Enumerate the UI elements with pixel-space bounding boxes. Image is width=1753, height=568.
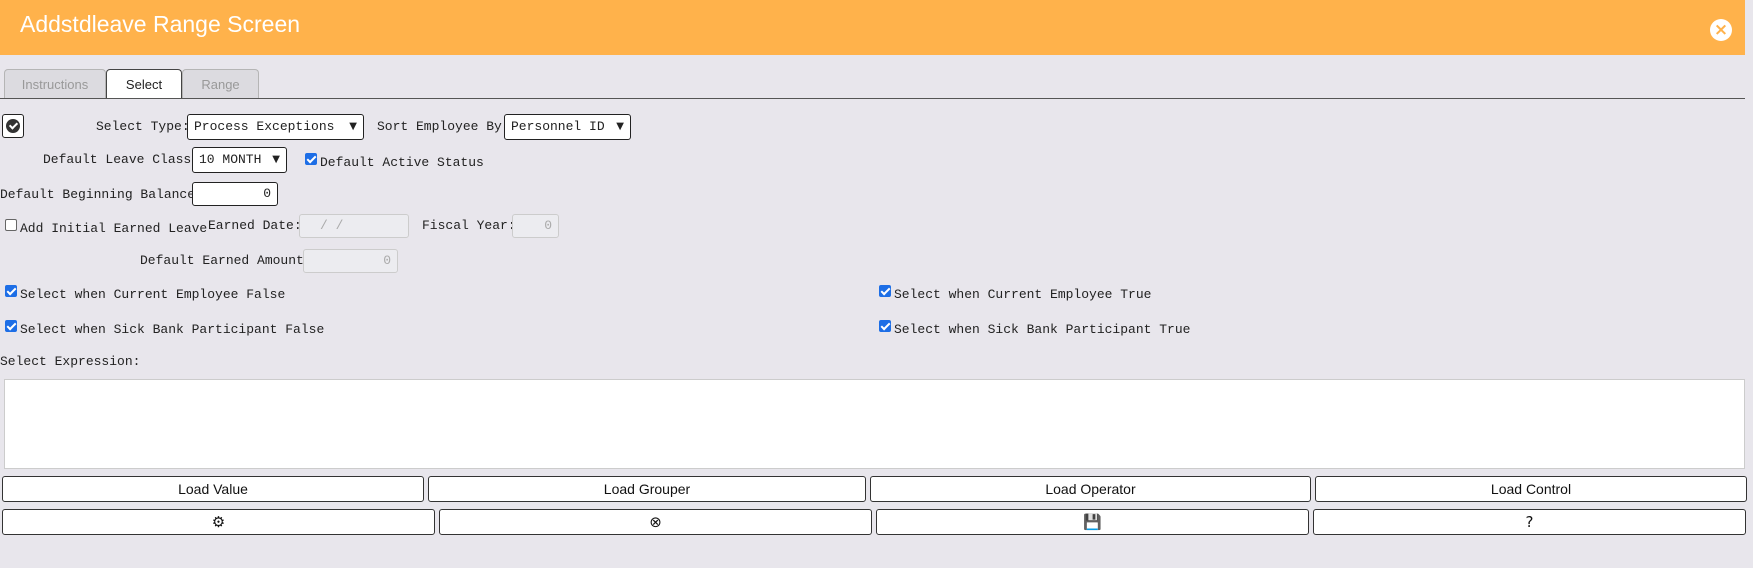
select-expression-textarea[interactable] (4, 379, 1745, 469)
fiscal-year-label: Fiscal Year: (422, 218, 516, 233)
load-grouper-button[interactable]: Load Grouper (428, 476, 866, 502)
check-circle-icon (6, 119, 20, 133)
default-leave-class-label: Default Leave Class: (43, 152, 200, 167)
select-type-dropdown[interactable]: Process Exceptions ▼ (187, 114, 364, 140)
load-value-button[interactable]: Load Value (2, 476, 424, 502)
cancel-circle-icon: ⊗ (649, 513, 662, 531)
default-earned-amount-input[interactable]: 0 (303, 249, 398, 273)
current-employee-true-checkbox[interactable] (879, 285, 891, 297)
tab-select[interactable]: Select (106, 69, 182, 99)
sick-bank-true-label: Select when Sick Bank Participant True (894, 322, 1191, 337)
help-icon: ? (1525, 513, 1534, 531)
fiscal-year-input[interactable]: 0 (512, 214, 559, 238)
add-initial-earned-leave-label: Add Initial Earned Leave (20, 221, 208, 236)
save-icon: 💾 (1083, 513, 1102, 531)
current-employee-false-checkbox[interactable] (5, 285, 17, 297)
select-type-label: Select Type: (96, 119, 190, 134)
chevron-down-icon: ▼ (349, 121, 357, 132)
load-operator-button[interactable]: Load Operator (870, 476, 1311, 502)
window-title: Addstdleave Range Screen (20, 11, 301, 37)
sick-bank-false-label: Select when Sick Bank Participant False (20, 322, 325, 337)
select-all-toggle-button[interactable] (2, 114, 24, 138)
help-button[interactable]: ? (1313, 509, 1746, 535)
tab-divider (0, 98, 1745, 99)
gear-icon: ⚙ (211, 513, 226, 531)
current-employee-true-label: Select when Current Employee True (894, 287, 1152, 302)
tab-range[interactable]: Range (182, 69, 259, 98)
settings-button[interactable]: ⚙ (2, 509, 435, 535)
sick-bank-true-checkbox[interactable] (879, 320, 891, 332)
default-earned-amount-label: Default Earned Amount: (140, 253, 312, 268)
default-active-status-label: Default Active Status (320, 155, 484, 170)
select-expression-label: Select Expression: (0, 354, 141, 369)
sort-employee-by-label: Sort Employee By: (377, 119, 510, 134)
current-employee-false-label: Select when Current Employee False (20, 287, 286, 302)
sort-employee-by-dropdown[interactable]: Personnel ID ▼ (504, 114, 631, 140)
title-bar: Addstdleave Range Screen × (0, 0, 1745, 55)
default-beginning-balance-label: Default Beginning Balance: (0, 187, 203, 202)
close-icon[interactable]: × (1710, 19, 1732, 41)
tab-instructions[interactable]: Instructions (4, 69, 106, 98)
save-button[interactable]: 💾 (876, 509, 1309, 535)
earned-date-input[interactable]: / / (299, 214, 409, 238)
chevron-down-icon: ▼ (616, 121, 624, 132)
default-active-status-checkbox[interactable] (305, 153, 317, 165)
default-beginning-balance-input[interactable]: 0 (192, 182, 278, 206)
sick-bank-false-checkbox[interactable] (5, 320, 17, 332)
earned-date-label: Earned Date: (208, 218, 302, 233)
chevron-down-icon: ▼ (272, 154, 280, 165)
cancel-button[interactable]: ⊗ (439, 509, 872, 535)
load-control-button[interactable]: Load Control (1315, 476, 1747, 502)
add-initial-earned-leave-checkbox[interactable] (5, 219, 17, 231)
default-leave-class-dropdown[interactable]: 10 MONTH ▼ (192, 147, 287, 173)
